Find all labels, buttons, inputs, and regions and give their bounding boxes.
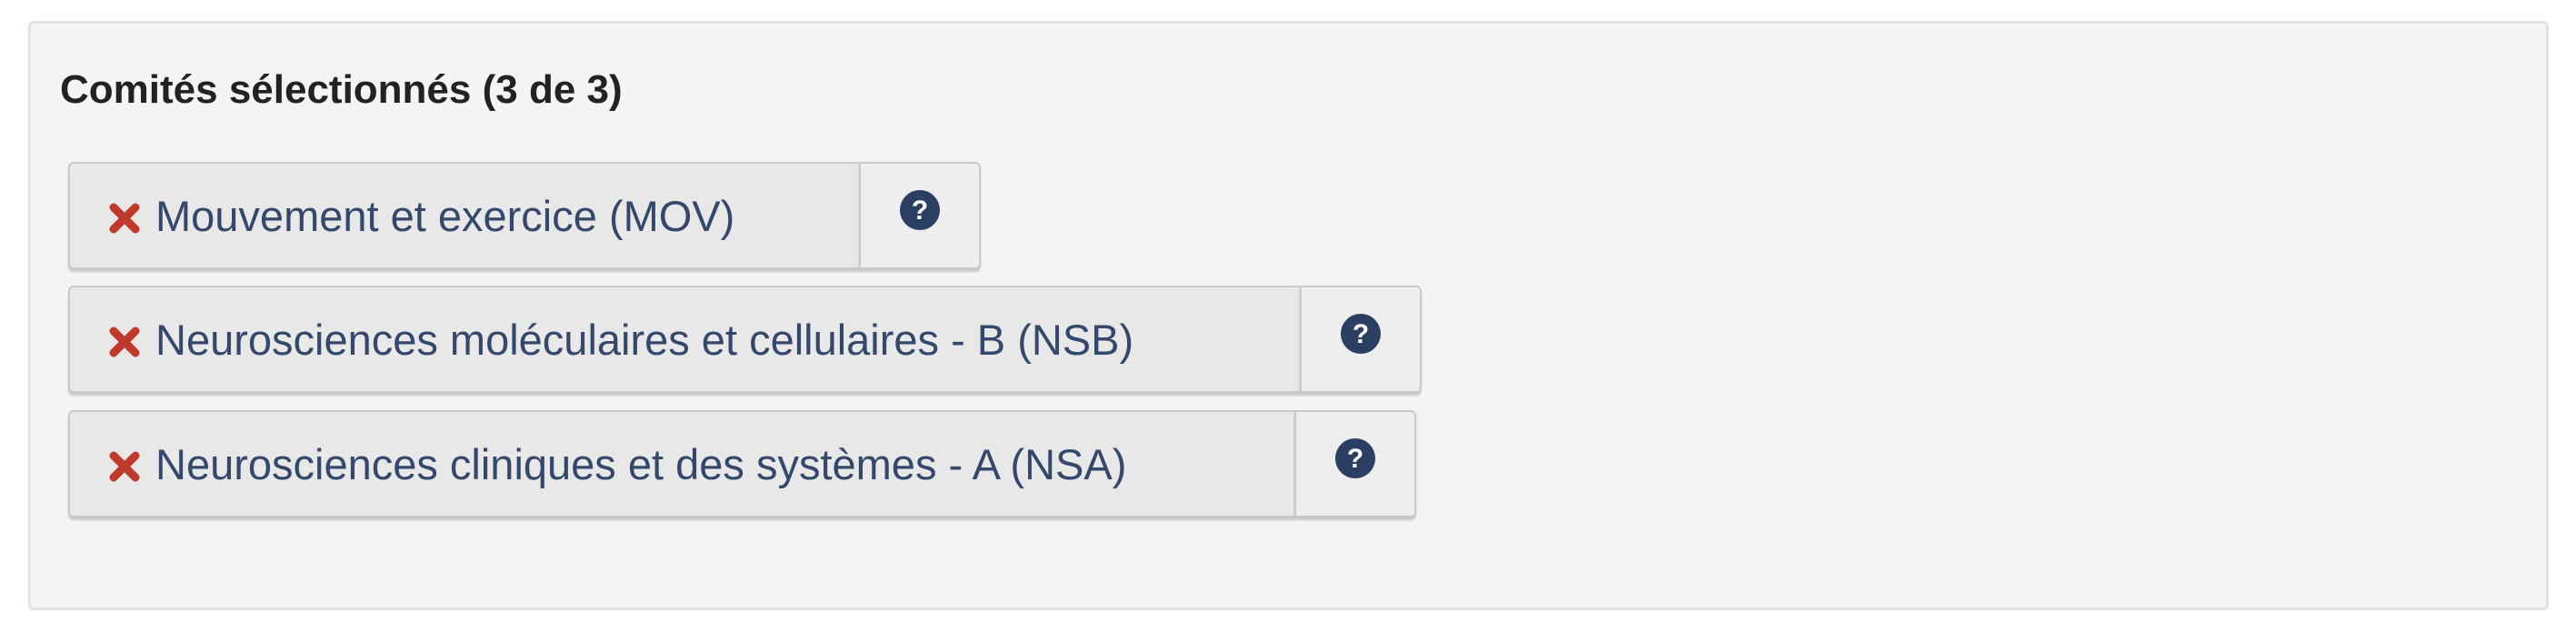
committee-chip: Neurosciences cliniques et des systèmes … xyxy=(68,410,1416,517)
close-icon xyxy=(106,448,143,485)
remove-committee-button[interactable]: Neurosciences moléculaires et cellulaire… xyxy=(68,286,1300,393)
svg-text:?: ? xyxy=(1347,444,1363,474)
committee-label: Mouvement et exercice (MOV) xyxy=(155,191,735,240)
committee-chip: Neurosciences moléculaires et cellulaire… xyxy=(68,286,1422,393)
question-circle-icon: ? xyxy=(1340,313,1382,355)
panel-title: Comités sélectionnés (3 de 3) xyxy=(60,67,623,112)
committee-help-button[interactable]: ? xyxy=(1300,286,1422,393)
svg-text:?: ? xyxy=(912,196,928,226)
committee-chip: Mouvement et exercice (MOV) ? xyxy=(68,162,981,269)
committee-label: Neurosciences cliniques et des systèmes … xyxy=(155,439,1127,488)
question-circle-icon: ? xyxy=(1334,437,1376,479)
remove-committee-button[interactable]: Neurosciences cliniques et des systèmes … xyxy=(68,410,1294,517)
svg-text:?: ? xyxy=(1353,319,1369,349)
close-icon xyxy=(106,324,143,360)
committee-help-button[interactable]: ? xyxy=(1294,410,1416,517)
committee-help-button[interactable]: ? xyxy=(859,162,981,269)
remove-committee-button[interactable]: Mouvement et exercice (MOV) xyxy=(68,162,859,269)
question-circle-icon: ? xyxy=(899,189,941,231)
close-icon xyxy=(106,200,143,236)
committee-label: Neurosciences moléculaires et cellulaire… xyxy=(155,315,1134,364)
